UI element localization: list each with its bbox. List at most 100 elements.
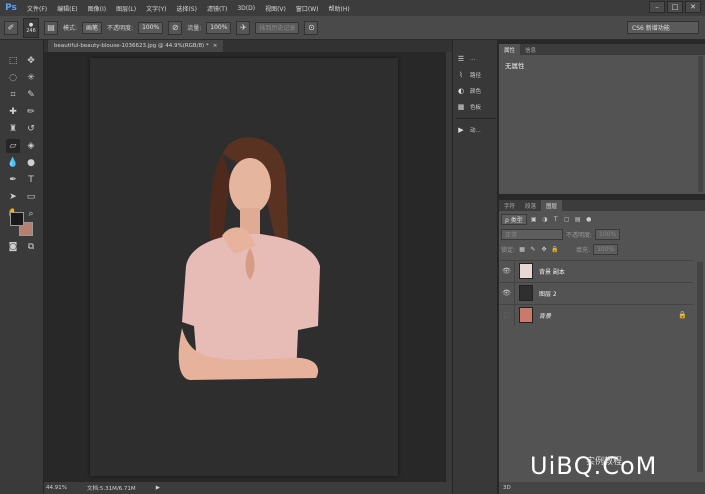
- status-arrow-icon[interactable]: ▶: [156, 485, 160, 491]
- filter-smart-icon[interactable]: ▤: [574, 215, 582, 223]
- lock-all-icon[interactable]: 🔒: [551, 245, 559, 253]
- magic-wand-icon[interactable]: ✳: [24, 71, 38, 85]
- layers-scrollbar[interactable]: [697, 262, 703, 472]
- color-label: 颜色: [470, 89, 482, 95]
- brush-icon[interactable]: ✏: [24, 105, 38, 119]
- layer-row[interactable]: 👁 背景 副本: [499, 260, 693, 282]
- lasso-icon[interactable]: ◌: [6, 71, 20, 85]
- menu-help[interactable]: 帮助(H): [324, 4, 355, 13]
- marquee-icon[interactable]: ⬚: [6, 54, 20, 68]
- erase-to-history-checkbox[interactable]: 抹到历史记录: [255, 21, 300, 34]
- menu-layer[interactable]: 图层(L): [111, 4, 141, 13]
- filter-toggle-icon[interactable]: ●: [585, 215, 593, 223]
- brush-size-picker[interactable]: ● 246: [23, 17, 39, 38]
- lock-position-icon[interactable]: ✥: [540, 245, 548, 253]
- color-panel-button[interactable]: ◐ 颜色: [456, 84, 496, 98]
- hair-left-shape: [209, 154, 230, 244]
- canvas[interactable]: [90, 58, 398, 476]
- lock-transparency-icon[interactable]: ▦: [518, 245, 526, 253]
- brush-panel-icon[interactable]: ▤: [44, 20, 58, 35]
- menu-select[interactable]: 选择(S): [171, 4, 202, 13]
- path-select-icon[interactable]: ➤: [6, 190, 20, 204]
- menu-view[interactable]: 视图(V): [260, 4, 291, 13]
- layer-row[interactable]: 👁 图层 2: [499, 282, 693, 304]
- flow-label: 流量:: [187, 25, 202, 32]
- airbrush-icon[interactable]: ✈: [236, 20, 251, 35]
- visibility-off-icon[interactable]: ▢: [499, 304, 515, 326]
- document-tab[interactable]: beautiful-beauty-blouse-1036623.jpg @ 44…: [48, 40, 224, 52]
- panel-separator: [456, 118, 496, 119]
- filter-type-icon[interactable]: T: [552, 215, 560, 223]
- paths-panel-button[interactable]: ⌇ 路径: [456, 68, 496, 82]
- zoom-icon[interactable]: ⌕: [24, 207, 38, 221]
- shape-icon[interactable]: ▭: [24, 190, 38, 204]
- actions-panel-button[interactable]: ▶ 动...: [456, 123, 496, 137]
- tab-character[interactable]: 字符: [499, 200, 520, 211]
- quick-mask-icon[interactable]: ◙: [6, 240, 20, 254]
- pen-icon[interactable]: ✒: [6, 173, 20, 187]
- mode-select[interactable]: 画笔: [82, 21, 103, 34]
- paint-bucket-icon[interactable]: ◈: [24, 139, 38, 153]
- dodge-icon[interactable]: ●: [24, 156, 38, 170]
- menu-type[interactable]: 文字(Y): [141, 4, 171, 13]
- eyedropper-icon[interactable]: ✎: [24, 88, 38, 102]
- watermark: UiBQ.CoM 实例教程: [530, 452, 657, 480]
- menu-window[interactable]: 窗口(W): [291, 4, 324, 13]
- opacity-input[interactable]: 100%: [138, 21, 164, 34]
- zoom-level[interactable]: 44.91%: [46, 485, 67, 491]
- pressure-opacity-icon[interactable]: ⊘: [168, 20, 183, 35]
- blur-icon[interactable]: 💧: [6, 156, 20, 170]
- filter-adjustment-icon[interactable]: ◑: [541, 215, 549, 223]
- menu-image[interactable]: 图像(I): [83, 4, 111, 13]
- menu-file[interactable]: 文件(F): [22, 4, 52, 13]
- tab-paragraph[interactable]: 段落: [520, 200, 541, 211]
- eraser-icon[interactable]: ▱: [6, 139, 20, 153]
- maximize-button[interactable]: □: [667, 1, 683, 13]
- eraser-tool-preset-icon[interactable]: ✐: [4, 20, 18, 35]
- canvas-image: [178, 137, 320, 380]
- foreground-color-swatch[interactable]: [10, 212, 24, 226]
- filter-pixel-icon[interactable]: ▣: [530, 215, 538, 223]
- document-tab-title: beautiful-beauty-blouse-1036623.jpg @ 44…: [54, 43, 209, 49]
- layer-thumbnail: [519, 285, 533, 301]
- clone-stamp-icon[interactable]: ♜: [6, 122, 20, 136]
- swatches-panel-button[interactable]: ▦ 色板: [456, 100, 496, 114]
- history-brush-icon[interactable]: ↺: [24, 122, 38, 136]
- app-logo: Ps: [5, 3, 17, 13]
- healing-icon[interactable]: ✚: [6, 105, 20, 119]
- layer-filter-select[interactable]: ρ 类型: [501, 213, 527, 225]
- visibility-eye-icon[interactable]: 👁: [499, 260, 515, 282]
- layer-row[interactable]: ▢ 背景 🔒: [499, 304, 693, 326]
- move-icon[interactable]: ✥: [24, 54, 38, 68]
- adjustments-panel-button[interactable]: ☰ ...: [456, 52, 496, 66]
- flow-input[interactable]: 100%: [206, 21, 232, 34]
- tab-layers[interactable]: 图层: [541, 200, 563, 211]
- visibility-eye-icon[interactable]: 👁: [499, 282, 515, 304]
- menu-3d[interactable]: 3D(D): [232, 5, 260, 12]
- panel-3d-label[interactable]: 3D: [503, 485, 511, 491]
- paths-icon: ⌇: [459, 71, 463, 79]
- toolbox: ⬚ ✥ ◌ ✳ ⌗ ✎ ✚ ✏ ♜ ↺ ▱ ◈ 💧 ● ✒ T ➤ ▭ ✋ ⌕ …: [0, 40, 44, 494]
- menu-edit[interactable]: 编辑(E): [52, 4, 82, 13]
- filter-shape-icon[interactable]: ▢: [563, 215, 571, 223]
- close-button[interactable]: ✕: [685, 1, 701, 13]
- properties-scrollbar[interactable]: [698, 56, 703, 192]
- crop-icon[interactable]: ⌗: [6, 88, 20, 102]
- blend-mode-select[interactable]: 正常: [501, 228, 563, 240]
- document-area: [44, 52, 452, 482]
- options-bar: ✐ ● 246 ▤ 模式: 画笔 不透明度: 100% ⊘ 流量: 100% ✈…: [0, 16, 705, 40]
- lock-pixels-icon[interactable]: ✎: [529, 245, 537, 253]
- fill-label: 填充:: [576, 246, 591, 254]
- layer-opacity-input[interactable]: 100%: [595, 228, 621, 240]
- type-icon[interactable]: T: [24, 173, 38, 187]
- play-icon: ▶: [458, 126, 464, 134]
- menu-filter[interactable]: 滤镜(T): [202, 4, 232, 13]
- pressure-size-icon[interactable]: ⊙: [304, 20, 319, 35]
- minimize-button[interactable]: –: [649, 1, 665, 13]
- screen-mode-icon[interactable]: ⧉: [24, 240, 38, 254]
- close-tab-icon[interactable]: ×: [213, 43, 218, 49]
- workspace-select[interactable]: CS6 新增功能: [627, 21, 699, 34]
- tab-info[interactable]: 信息: [520, 44, 541, 55]
- tab-properties[interactable]: 属性: [499, 44, 521, 55]
- fill-input[interactable]: 100%: [593, 243, 619, 255]
